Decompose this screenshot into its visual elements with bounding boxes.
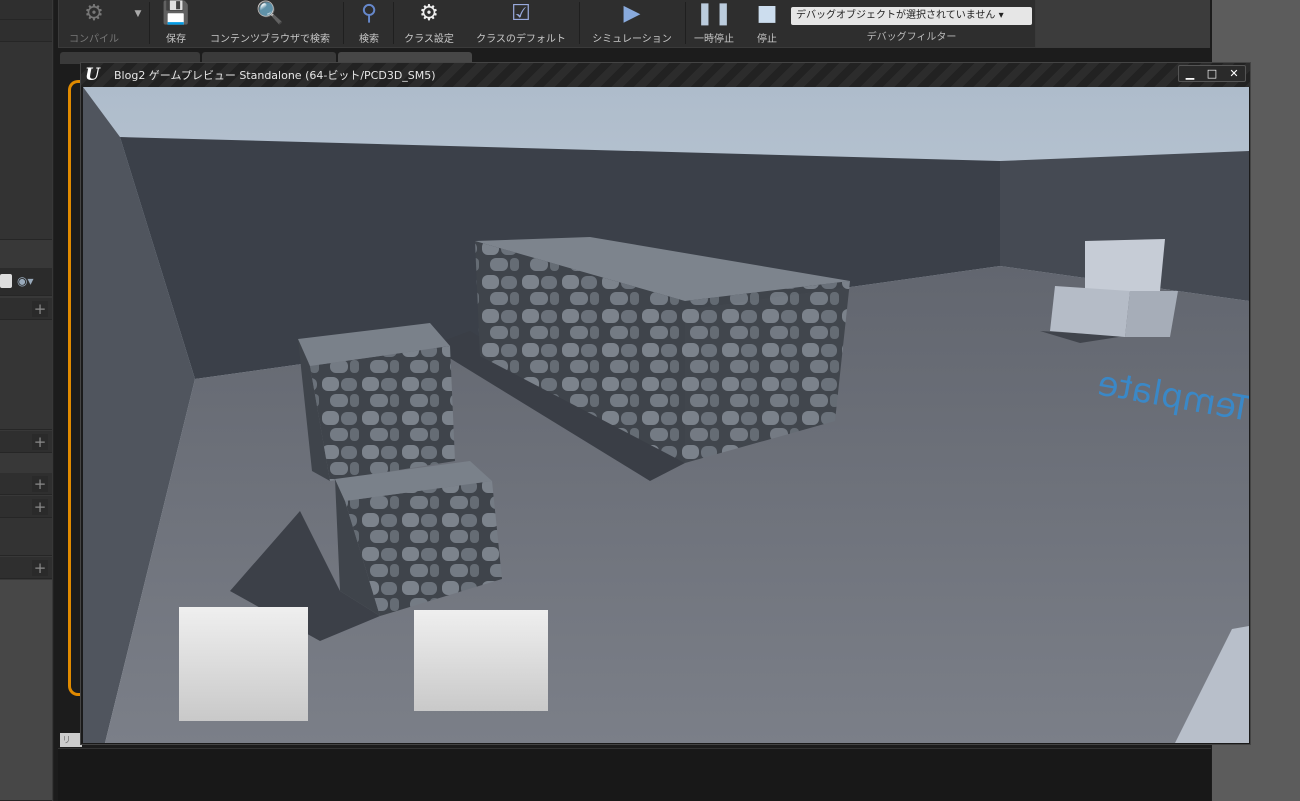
panel-empty (0, 580, 52, 801)
pause-button[interactable]: ❚❚ 一時停止 (691, 0, 737, 46)
white-panel (179, 607, 308, 721)
minimize-button[interactable]: ▁ (1179, 66, 1201, 81)
compile-options-dropdown[interactable]: ▼ (131, 0, 145, 46)
compile-button[interactable]: ⚙ コンパイル (63, 0, 125, 46)
section-header[interactable]: + (0, 431, 52, 453)
toolbar-empty (1036, 0, 1210, 48)
panel-row (0, 0, 52, 20)
stop-icon: ■ (756, 1, 778, 26)
section-header[interactable]: + (0, 473, 52, 495)
window-controls: ▁ □ ✕ (1178, 65, 1246, 82)
panel-area (0, 42, 52, 240)
title-bar[interactable]: U Blog2 ゲームプレビュー Standalone (64-ビット/PCD3… (81, 63, 1250, 87)
section-body (0, 518, 52, 556)
console-input[interactable]: リ (60, 733, 82, 747)
browse-button[interactable]: 🔍 コンテンツブラウザで検索 (203, 0, 337, 46)
unreal-logo-icon: U (85, 65, 100, 85)
window-title: Blog2 ゲームプレビュー Standalone (64-ビット/PCD3D_… (114, 69, 436, 82)
play-icon: ▶ (623, 1, 641, 26)
class-settings-button[interactable]: ⚙ クラス設定 (399, 0, 459, 46)
stone-block-small (298, 323, 455, 481)
game-viewport[interactable]: Template (83, 87, 1249, 743)
output-log (58, 748, 1211, 801)
save-icon: 💾 (162, 1, 190, 26)
pause-icon: ❚❚ (695, 1, 733, 26)
white-panel (414, 610, 548, 711)
add-icon[interactable]: + (32, 301, 48, 317)
panel-row (0, 20, 52, 42)
debug-object-dropdown[interactable]: デバッグオブジェクトが選択されていません ▾ (791, 7, 1032, 25)
maximize-button[interactable]: □ (1201, 66, 1223, 81)
section-header[interactable]: + (0, 557, 52, 579)
compile-icon: ⚙ (84, 1, 104, 26)
section-header[interactable]: + (0, 298, 52, 320)
class-defaults-button[interactable]: ☑ クラスのデフォルト (469, 0, 573, 46)
find-button[interactable]: ⚲ 検索 (351, 0, 387, 46)
graph-border-highlight (68, 80, 80, 696)
section-body (0, 320, 52, 430)
chevron-down-icon: ▾ (995, 10, 1004, 21)
gear-icon: ⚙ (419, 1, 439, 26)
add-icon[interactable]: + (32, 560, 48, 576)
add-icon[interactable]: + (32, 434, 48, 450)
checklist-icon: ☑ (511, 1, 531, 26)
game-preview-window: U Blog2 ゲームプレビュー Standalone (64-ビット/PCD3… (80, 62, 1251, 745)
close-button[interactable]: ✕ (1223, 66, 1245, 81)
search-icon[interactable] (0, 274, 12, 288)
add-icon[interactable]: + (32, 499, 48, 515)
component-toolbar: ◉▾ (0, 268, 52, 296)
magnifier-icon: 🔍 (256, 1, 284, 26)
stop-button[interactable]: ■ 停止 (749, 0, 785, 46)
simulation-button[interactable]: ▶ シミュレーション (585, 0, 679, 46)
debug-filter-label: デバッグフィルター (866, 32, 957, 43)
add-icon[interactable]: + (32, 476, 48, 492)
section-header[interactable]: + (0, 496, 52, 518)
left-panel: ◉▾ + + + + + (0, 0, 54, 801)
binoculars-icon: ⚲ (360, 1, 378, 26)
save-button[interactable]: 💾 保存 (159, 0, 193, 46)
chevron-down-icon: ▼ (134, 9, 142, 19)
game-scene: Template (83, 87, 1249, 743)
eye-icon[interactable]: ◉▾ (17, 274, 34, 288)
